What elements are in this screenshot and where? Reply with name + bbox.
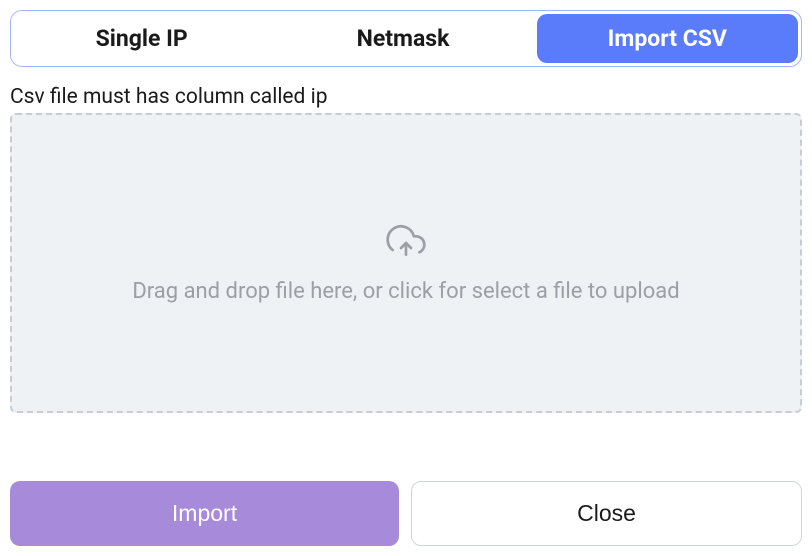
csv-hint-text: Csv file must has column called ip	[10, 85, 802, 109]
tab-group: Single IP Netmask Import CSV	[10, 10, 802, 67]
dropzone-text: Drag and drop file here, or click for se…	[132, 279, 679, 304]
tab-import-csv[interactable]: Import CSV	[537, 14, 798, 63]
cloud-upload-icon	[386, 223, 426, 267]
file-dropzone[interactable]: Drag and drop file here, or click for se…	[10, 113, 802, 413]
import-button[interactable]: Import	[10, 481, 399, 546]
close-button[interactable]: Close	[411, 481, 802, 546]
tab-single-ip[interactable]: Single IP	[11, 11, 272, 66]
tab-netmask[interactable]: Netmask	[272, 11, 533, 66]
button-row: Import Close	[10, 481, 802, 546]
